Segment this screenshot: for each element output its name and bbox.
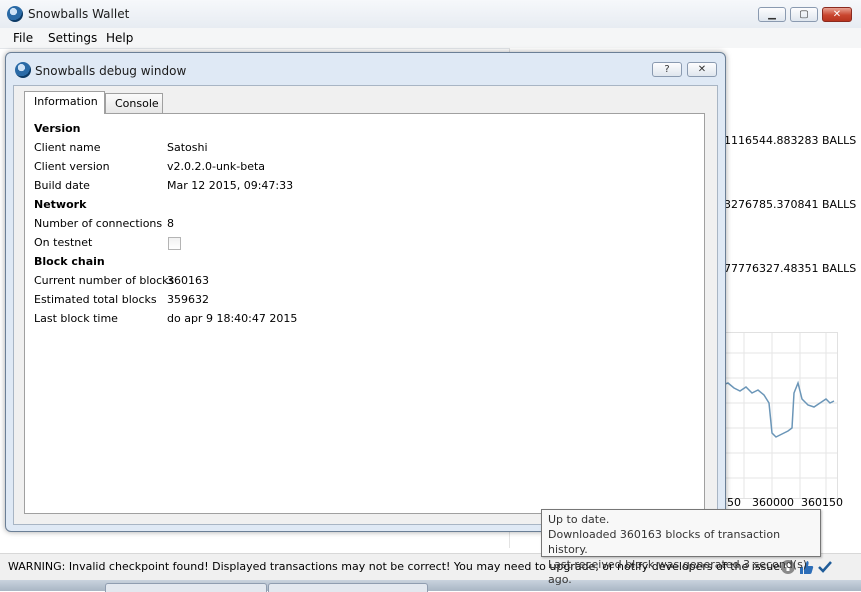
help-button[interactable]: ?: [652, 62, 682, 77]
testnet-label: On testnet: [34, 236, 93, 249]
dialog-close-button[interactable]: ✕: [687, 62, 717, 77]
menu-help[interactable]: Help: [106, 31, 133, 45]
maximize-button[interactable]: ▢: [790, 7, 818, 22]
network-chart: [721, 332, 838, 499]
tooltip-line: Last received block was generated 3 seco…: [548, 558, 808, 586]
information-panel: Version Client name Satoshi Client versi…: [24, 113, 705, 514]
debug-window: Snowballs debug window ? ✕ Information C…: [5, 52, 726, 532]
tooltip-line: Downloaded 360163 blocks of transaction …: [548, 528, 781, 556]
build-date-value: Mar 12 2015, 09:47:33: [167, 179, 294, 192]
section-block-chain: Block chain: [34, 255, 105, 268]
client-version-label: Client version: [34, 160, 110, 173]
debug-window-titlebar[interactable]: Snowballs debug window ? ✕: [6, 53, 725, 85]
chart-line: [721, 380, 835, 438]
client-name-value: Satoshi: [167, 141, 208, 154]
maximize-icon: ▢: [799, 9, 809, 20]
tooltip-line: Up to date.: [548, 513, 610, 526]
balance-value: 77776327.48351 BALLS: [724, 262, 857, 275]
sync-status-tooltip: Up to date. Downloaded 360163 blocks of …: [541, 509, 821, 586]
testnet-checkbox: [168, 237, 181, 250]
close-icon: ✕: [697, 64, 707, 75]
client-name-label: Client name: [34, 141, 101, 154]
estimated-blocks-value: 359632: [167, 293, 209, 306]
snowballs-logo-icon: [7, 6, 23, 22]
close-button[interactable]: ✕: [822, 7, 852, 22]
chart-tick-label: 360150: [801, 496, 843, 509]
estimated-blocks-label: Estimated total blocks: [34, 293, 157, 306]
last-block-time-label: Last block time: [34, 312, 118, 325]
tab-console[interactable]: Console: [105, 93, 163, 113]
main-titlebar: Snowballs Wallet ▁ ▢ ✕: [0, 0, 861, 28]
menu-settings[interactable]: Settings: [48, 31, 97, 45]
balance-value: 1116544.883283 BALLS: [724, 134, 857, 147]
current-blocks-label: Current number of blocks: [34, 274, 175, 287]
menu-file[interactable]: File: [13, 31, 33, 45]
section-version: Version: [34, 122, 81, 135]
minimize-icon: ▁: [768, 9, 776, 20]
network-chart-svg: [721, 333, 837, 498]
last-block-time-value: do apr 9 18:40:47 2015: [167, 312, 298, 325]
main-window-title: Snowballs Wallet: [28, 7, 130, 21]
debug-window-body: Information Console Version Client name …: [13, 85, 718, 525]
minimize-button[interactable]: ▁: [758, 7, 786, 22]
client-version-value: v2.0.2.0-unk-beta: [167, 160, 266, 173]
build-date-label: Build date: [34, 179, 90, 192]
connections-label: Number of connections: [34, 217, 163, 230]
debug-window-title: Snowballs debug window: [35, 64, 187, 78]
section-network: Network: [34, 198, 87, 211]
menu-bar: File Settings Help: [0, 28, 861, 49]
sync-check-icon[interactable]: [817, 559, 833, 575]
chart-tick-label: 360000: [752, 496, 794, 509]
tab-information[interactable]: Information: [24, 91, 105, 114]
balance-value: 3276785.370841 BALLS: [724, 198, 857, 211]
snowballs-logo-icon: [15, 62, 31, 78]
connections-value: 8: [167, 217, 174, 230]
current-blocks-value: 360163: [167, 274, 209, 287]
help-icon: ?: [664, 64, 670, 75]
close-icon: ✕: [832, 9, 842, 20]
